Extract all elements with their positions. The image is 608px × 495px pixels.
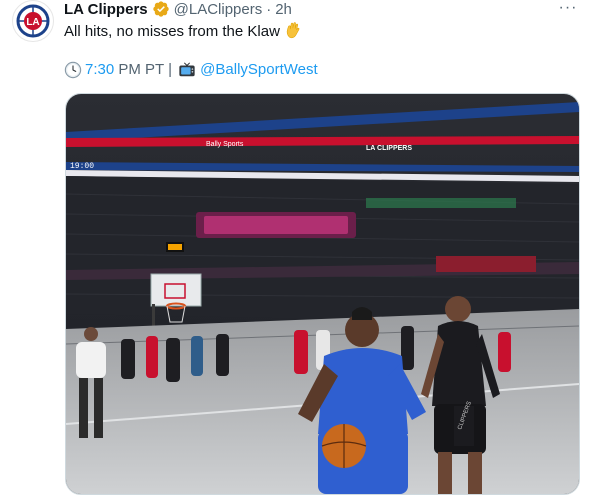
sponsor-text: Bally Sports [206,141,244,148]
tweet-header: LA Clippers @LAClippers · 2h [64,0,292,18]
clock-emoji-icon [64,61,82,79]
wave-emoji-icon [286,22,300,39]
verified-badge-icon [152,1,169,17]
account-name[interactable]: LA Clippers [64,1,148,18]
broadcast-link[interactable]: @BallySportWest [200,60,318,80]
arena-banner-text: LA CLIPPERS [366,145,412,152]
tv-emoji-icon [179,62,195,77]
clock-text: 19:00 [70,162,94,171]
more-icon[interactable]: ··· [556,0,580,18]
tweet-broadcast-line: 7:30 PM PT | @BallySportWest [64,60,318,80]
separator: · [266,0,272,18]
time-link[interactable]: 7:30 [85,60,114,80]
tweet[interactable]: LA LA Clippers @LAClippers · 2h ··· All … [0,0,608,495]
tweet-body: All hits, no misses from the Klaw [64,23,280,40]
account-handle[interactable]: @LAClippers [174,1,263,18]
tweet-text: All hits, no misses from the Klaw [64,21,302,42]
clippers-logo-icon: LA [14,2,52,40]
video-media[interactable]: LA CLIPPERS Bally Sports 19:00 CLIPPERS [65,93,580,495]
video-frame: LA CLIPPERS Bally Sports 19:00 CLIPPERS [66,94,579,494]
timestamp[interactable]: 2h [275,1,292,18]
logo-text: LA [26,17,39,28]
avatar[interactable]: LA [12,0,54,42]
time-suffix: PM PT | [114,61,177,78]
